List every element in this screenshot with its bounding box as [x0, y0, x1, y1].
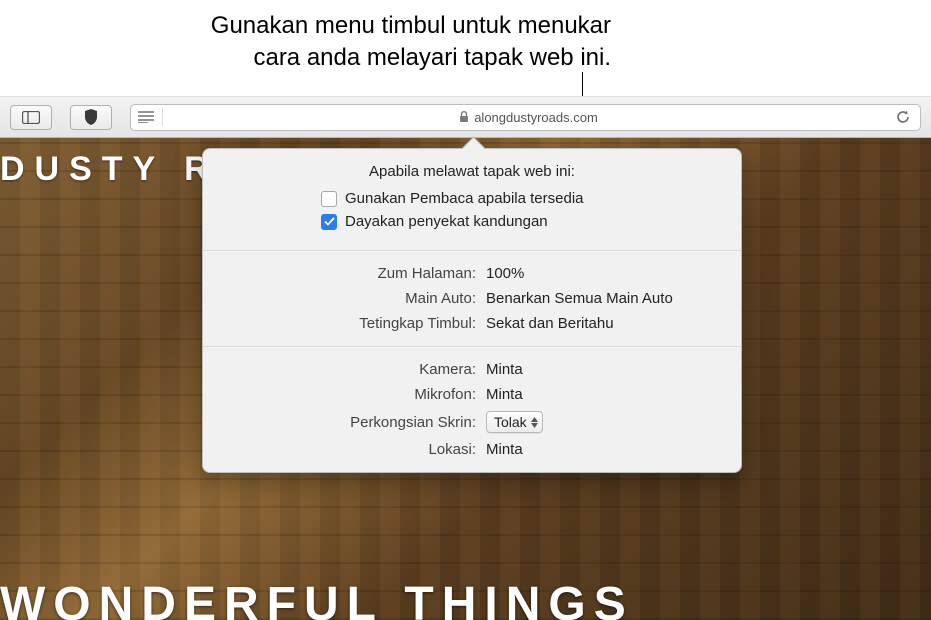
annotation-line1: Gunakan menu timbul untuk menukar: [211, 12, 611, 39]
reader-checkbox[interactable]: [321, 191, 337, 207]
popup-select[interactable]: Sekat dan Beritahu: [486, 315, 614, 332]
url-display: alongdustyroads.com: [175, 110, 882, 125]
reload-button[interactable]: [892, 110, 914, 124]
autoplay-label: Main Auto:: [221, 290, 486, 307]
sidebar-icon: [22, 111, 40, 124]
reload-icon: [896, 110, 910, 124]
blocker-checkbox-row[interactable]: Dayakan penyekat kandungan: [321, 213, 723, 230]
page-content: DUSTY R WONDERFUL THINGS Apabila melawat…: [0, 138, 931, 620]
mic-select[interactable]: Minta: [486, 386, 523, 403]
blocker-checkbox[interactable]: [321, 214, 337, 230]
camera-select[interactable]: Minta: [486, 361, 523, 378]
location-label: Lokasi:: [221, 441, 486, 458]
popover-title: Apabila melawat tapak web ini:: [221, 163, 723, 180]
reader-view-button[interactable]: [137, 108, 163, 126]
sidebar-toggle-button[interactable]: [10, 105, 52, 130]
annotation-line2: cara anda melayari tapak web ini.: [253, 44, 611, 71]
screenshare-select[interactable]: Tolak: [486, 411, 543, 433]
shield-icon: [84, 109, 98, 125]
website-settings-popover: Apabila melawat tapak web ini: Gunakan P…: [202, 148, 742, 473]
screenshare-select-value: Tolak: [494, 414, 527, 430]
privacy-shield-button[interactable]: [70, 105, 112, 130]
mic-label: Mikrofon:: [221, 386, 486, 403]
blocker-checkbox-label: Dayakan penyekat kandungan: [345, 213, 548, 230]
lock-icon: [459, 111, 469, 123]
annotation-caption: Gunakan menu timbul untuk menukar cara a…: [180, 10, 611, 75]
hero-text-top: DUSTY R: [0, 150, 219, 189]
url-bar[interactable]: alongdustyroads.com: [130, 104, 921, 131]
url-text: alongdustyroads.com: [474, 110, 598, 125]
updown-arrows-icon: [531, 417, 538, 428]
hero-text-bottom: WONDERFUL THINGS: [0, 577, 634, 620]
screenshare-label: Perkongsian Skrin:: [221, 414, 486, 431]
location-select[interactable]: Minta: [486, 441, 523, 458]
zoom-select[interactable]: 100%: [486, 265, 524, 282]
reader-checkbox-row[interactable]: Gunakan Pembaca apabila tersedia: [321, 190, 723, 207]
popup-label: Tetingkap Timbul:: [221, 315, 486, 332]
autoplay-select[interactable]: Benarkan Semua Main Auto: [486, 290, 673, 307]
reader-icon: [138, 111, 154, 123]
browser-window: alongdustyroads.com DUSTY R WONDERFUL TH…: [0, 96, 931, 620]
camera-label: Kamera:: [221, 361, 486, 378]
zoom-label: Zum Halaman:: [221, 265, 486, 282]
reader-checkbox-label: Gunakan Pembaca apabila tersedia: [345, 190, 584, 207]
browser-toolbar: alongdustyroads.com: [0, 96, 931, 138]
